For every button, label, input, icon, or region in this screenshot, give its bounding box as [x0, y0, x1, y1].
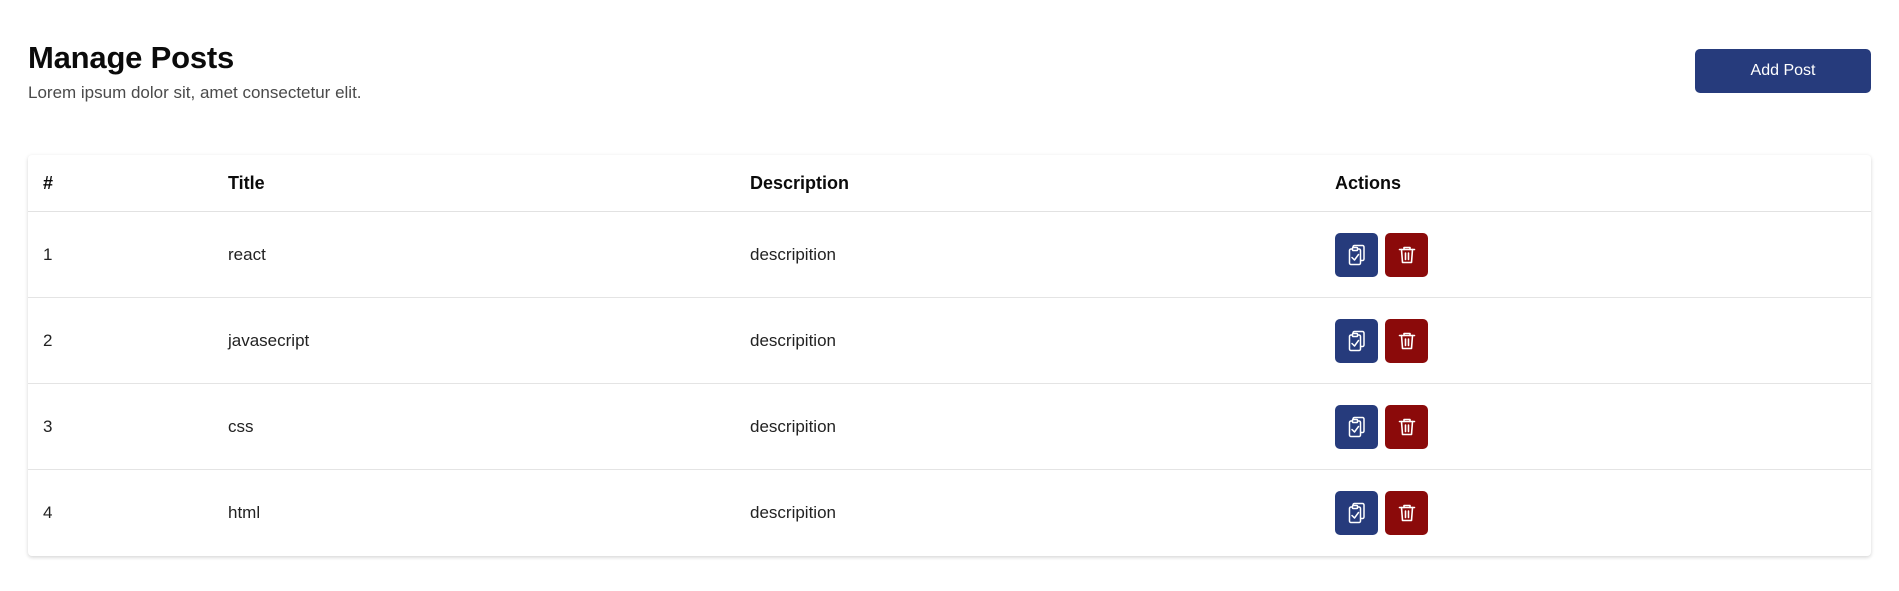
delete-post-button[interactable] [1385, 491, 1428, 535]
clipboard-check-icon [1346, 415, 1368, 439]
posts-table-card: # Title Description Actions 1 react desc… [28, 155, 1871, 556]
add-post-button[interactable]: Add Post [1695, 49, 1871, 93]
column-header-title: Title [213, 155, 735, 212]
row-title: html [228, 503, 261, 522]
row-title: react [213, 211, 735, 298]
row-number: 1 [28, 211, 213, 298]
row-description: descripition [735, 211, 1320, 298]
row-action-group [1335, 318, 1871, 363]
trash-icon [1396, 330, 1418, 352]
page-subtitle: Lorem ipsum dolor sit, amet consectetur … [28, 83, 362, 102]
delete-post-button[interactable] [1385, 232, 1428, 277]
delete-post-button[interactable] [1385, 404, 1428, 449]
edit-post-button[interactable] [1335, 232, 1378, 277]
table-row: 2 javasecript descripition [28, 297, 1871, 384]
table-body: 1 react descripition 2 javasecript descr… [28, 211, 1871, 557]
row-action-group [1335, 491, 1871, 535]
row-title: css [213, 383, 735, 470]
row-description: descripition [735, 297, 1320, 384]
row-description: descripition [750, 503, 836, 522]
trash-icon [1396, 502, 1418, 524]
row-action-group [1335, 404, 1871, 449]
delete-post-button[interactable] [1385, 318, 1428, 363]
column-header-description: Description [735, 155, 1320, 212]
row-actions [1320, 470, 1871, 557]
page-title: Manage Posts [28, 40, 235, 75]
edit-post-button[interactable] [1335, 318, 1378, 363]
trash-icon [1396, 416, 1418, 438]
column-header-number: # [28, 155, 213, 212]
clipboard-check-icon [1346, 329, 1368, 353]
table-row: 4 html descripition [28, 470, 1871, 557]
row-action-group [1335, 232, 1871, 277]
row-actions [1320, 297, 1871, 384]
row-number: 4 [43, 503, 53, 522]
clipboard-check-icon [1346, 243, 1368, 267]
page-header: Manage Posts Lorem ipsum dolor sit, amet… [28, 0, 1871, 155]
row-number: 3 [28, 383, 213, 470]
edit-post-button[interactable] [1335, 491, 1378, 535]
manage-posts-page: Manage Posts Lorem ipsum dolor sit, amet… [28, 0, 1871, 556]
row-actions [1320, 211, 1871, 298]
column-header-actions: Actions [1320, 155, 1871, 212]
row-title: javasecript [213, 297, 735, 384]
row-actions [1320, 383, 1871, 470]
edit-post-button[interactable] [1335, 404, 1378, 449]
table-row: 3 css descripition [28, 383, 1871, 470]
clipboard-check-icon [1346, 501, 1368, 525]
table-header-row: # Title Description Actions [28, 155, 1871, 212]
posts-table: # Title Description Actions 1 react desc… [28, 155, 1871, 556]
table-row: 1 react descripition [28, 211, 1871, 298]
row-description: descripition [735, 383, 1320, 470]
row-number: 2 [28, 297, 213, 384]
trash-icon [1396, 244, 1418, 266]
